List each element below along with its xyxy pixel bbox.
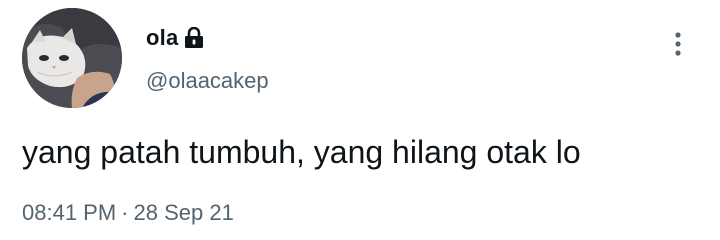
author-handle[interactable]: @olaacakep [146, 68, 269, 94]
avatar[interactable] [22, 8, 122, 108]
tweet-date: 28 Sep 21 [133, 200, 234, 225]
lock-icon [184, 26, 204, 49]
more-options-button[interactable] [664, 26, 692, 62]
cat-avatar-image [22, 8, 122, 108]
tweet-text: yang patah tumbuh, yang hilang otak lo [22, 134, 581, 170]
tweet-timestamp[interactable]: 08:41 PM · 28 Sep 21 [22, 200, 234, 226]
more-vertical-icon [675, 32, 681, 56]
tweet-card: ola @olaacakep yang patah tumbuh, yang h… [0, 0, 720, 240]
tweet-time: 08:41 PM [22, 200, 117, 225]
author-display-name[interactable]: ola [146, 25, 178, 51]
author-name-row: ola [146, 22, 204, 54]
meta-separator: · [121, 200, 129, 225]
